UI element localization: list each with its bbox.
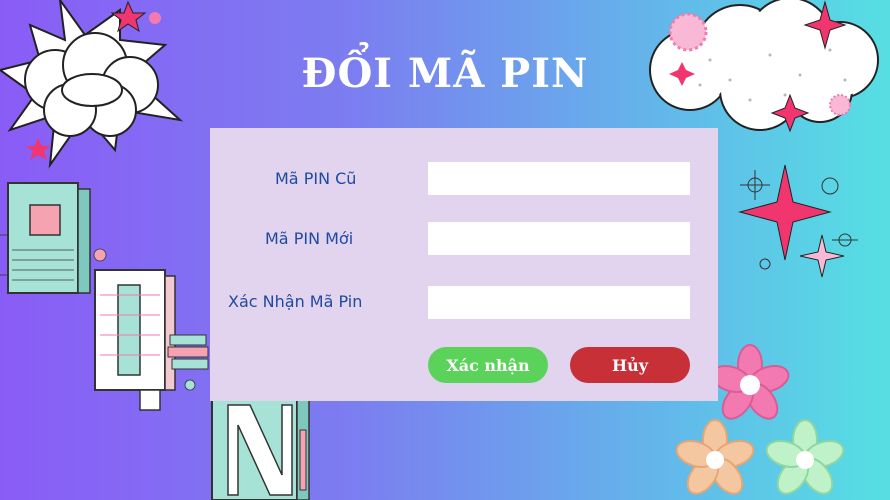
- confirm-pin-label: Xác Nhận Mã Pin: [228, 292, 363, 311]
- old-pin-input[interactable]: [428, 162, 690, 195]
- svg-text:I: I: [130, 414, 131, 416]
- new-pin-label: Mã PIN Mới: [265, 229, 354, 248]
- page-title: ĐỔI MÃ PIN: [301, 50, 589, 97]
- sparkle-stars-icon: [738, 164, 858, 278]
- letter-n-icon: N: [211, 389, 310, 500]
- new-pin-input[interactable]: [428, 222, 690, 255]
- svg-text:P: P: [44, 304, 45, 306]
- change-pin-form: Mã PIN Cũ Mã PIN Mới Xác Nhận Mã Pin Xác…: [210, 128, 718, 401]
- letter-p-icon: P: [7, 182, 91, 306]
- letter-i-icon: I: [94, 269, 209, 416]
- confirm-pin-input[interactable]: [428, 286, 690, 319]
- old-pin-label: Mã PIN Cũ: [275, 169, 357, 188]
- confirm-button[interactable]: Xác nhận: [428, 347, 548, 383]
- cancel-button[interactable]: Hủy: [570, 347, 690, 383]
